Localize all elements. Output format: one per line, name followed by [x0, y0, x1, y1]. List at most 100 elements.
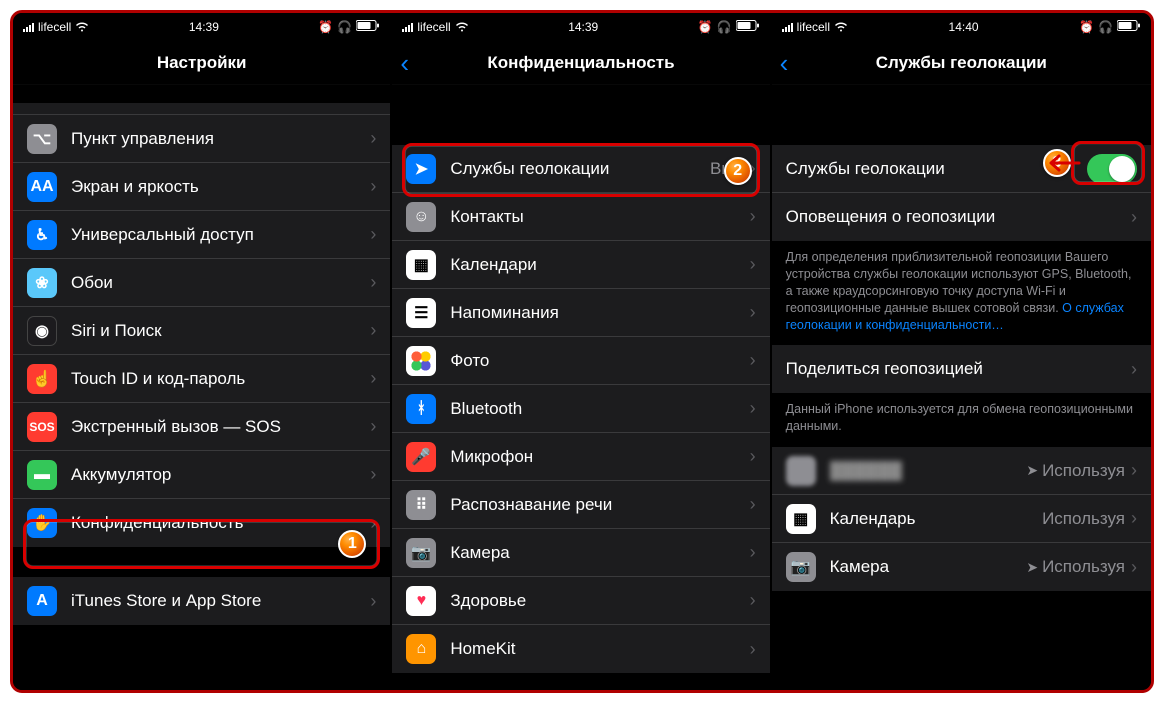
- list-row[interactable]: SOS Экстренный вызов — SOS›: [13, 403, 390, 451]
- nav-header: Настройки: [13, 41, 390, 85]
- list-row[interactable]: ☺Контакты›: [392, 193, 769, 241]
- signal-icon: [23, 22, 34, 32]
- chevron-right-icon: ›: [1131, 460, 1137, 481]
- chevron-right-icon: ›: [750, 398, 756, 419]
- signal-icon: [402, 22, 413, 32]
- row-icon: ▬: [27, 460, 57, 490]
- row-detail: Используя: [1042, 557, 1125, 577]
- row-label: Фото: [450, 351, 749, 371]
- list-row[interactable]: ❀Обои›: [13, 259, 390, 307]
- clock: 14:39: [568, 20, 598, 34]
- chevron-right-icon: ›: [370, 176, 376, 197]
- wifi-icon: [75, 22, 89, 32]
- row-icon: ◉: [27, 316, 57, 346]
- location-services-panel: lifecell 14:40 ⏰ 🎧 ‹ Службы геолокации С…: [772, 13, 1151, 690]
- row-label: Оповещения о геопозиции: [786, 207, 1131, 227]
- list-row[interactable]: ⌂ HomeKit›: [392, 625, 769, 673]
- row-label: HomeKit: [450, 639, 749, 659]
- row-icon: ▦: [406, 250, 436, 280]
- chevron-right-icon: ›: [370, 224, 376, 245]
- list-row[interactable]: ██████➤Используя›: [772, 447, 1151, 495]
- row-label: Напоминания: [450, 303, 749, 323]
- list-row[interactable]: Фото›: [392, 337, 769, 385]
- chevron-right-icon: ›: [750, 158, 756, 179]
- chevron-right-icon: ›: [370, 464, 376, 485]
- list-row[interactable]: ᚼ Bluetooth›: [392, 385, 769, 433]
- carrier-label: lifecell: [417, 20, 450, 34]
- list-row[interactable]: AAЭкран и яркость›: [13, 163, 390, 211]
- battery-icon: [1117, 20, 1141, 34]
- back-button[interactable]: ‹: [400, 50, 409, 76]
- row-icon: ᚼ: [406, 394, 436, 424]
- privacy-panel: lifecell 14:39 ⏰ 🎧 ‹ Конфиденциальность …: [392, 13, 771, 690]
- row-icon: ❀: [27, 268, 57, 298]
- list-row[interactable]: ▦КалендарьИспользуя›: [772, 495, 1151, 543]
- chevron-right-icon: ›: [750, 206, 756, 227]
- list-row[interactable]: ➤Службы геолокацииВкл.›: [392, 145, 769, 193]
- chevron-right-icon: ›: [750, 494, 756, 515]
- list-row[interactable]: ⌥Пункт управления›: [13, 115, 390, 163]
- row-label: Контакты: [450, 207, 749, 227]
- share-location-row[interactable]: Поделиться геопозицией ›: [772, 345, 1151, 393]
- location-arrow-icon: ➤: [1026, 559, 1038, 576]
- chevron-right-icon: ›: [750, 590, 756, 611]
- row-label: Touch ID и код-пароль: [71, 369, 370, 389]
- list-row[interactable]: ▦ Календари›: [392, 241, 769, 289]
- row-icon: ⌥: [27, 124, 57, 154]
- row-icon: AA: [27, 172, 57, 202]
- chevron-right-icon: ›: [370, 320, 376, 341]
- chevron-right-icon: ›: [1131, 359, 1137, 380]
- status-bar: lifecell 14:39 ⏰ 🎧: [392, 13, 769, 41]
- chevron-right-icon: ›: [750, 639, 756, 660]
- alarm-icon: ⏰: [318, 20, 333, 34]
- location-services-toggle-row[interactable]: Службы геолокации: [772, 145, 1151, 193]
- list-row-partial: [13, 103, 390, 115]
- nav-header: ‹ Службы геолокации: [772, 41, 1151, 85]
- row-label: Календари: [450, 255, 749, 275]
- alarm-icon: ⏰: [1079, 20, 1094, 34]
- list-row[interactable]: ☰Напоминания›: [392, 289, 769, 337]
- back-button[interactable]: ‹: [780, 50, 789, 76]
- list-row[interactable]: ♿︎Универсальный доступ›: [13, 211, 390, 259]
- list-row[interactable]: ☝Touch ID и код-пароль›: [13, 355, 390, 403]
- location-arrow-icon: ➤: [1026, 462, 1038, 479]
- chevron-right-icon: ›: [370, 591, 376, 612]
- list-row[interactable]: 📷Камера›: [392, 529, 769, 577]
- row-label: Bluetooth: [450, 399, 749, 419]
- list-row[interactable]: ▬Аккумулятор›: [13, 451, 390, 499]
- signal-icon: [782, 22, 793, 32]
- list-row[interactable]: 🎤 Микрофон›: [392, 433, 769, 481]
- chevron-right-icon: ›: [1131, 557, 1137, 578]
- row-detail: Вкл.: [710, 159, 744, 179]
- row-icon: ⌂: [406, 634, 436, 664]
- chevron-right-icon: ›: [370, 128, 376, 149]
- row-icon: ♥: [406, 586, 436, 616]
- chevron-right-icon: ›: [370, 513, 376, 534]
- list-row[interactable]: ♥Здоровье›: [392, 577, 769, 625]
- battery-icon: [736, 20, 760, 34]
- row-label: Службы геолокации: [786, 159, 1087, 179]
- row-label: Службы геолокации: [450, 159, 710, 179]
- list-row[interactable]: 📷Камера➤Используя›: [772, 543, 1151, 591]
- chevron-right-icon: ›: [750, 446, 756, 467]
- location-alerts-row[interactable]: Оповещения о геопозиции ›: [772, 193, 1151, 241]
- row-detail: Используя: [1042, 509, 1125, 529]
- settings-panel: lifecell 14:39 ⏰ 🎧 Настройки ⌥Пункт упра…: [13, 13, 392, 690]
- row-label: Микрофон: [450, 447, 749, 467]
- list-row[interactable]: ⠿Распознавание речи›: [392, 481, 769, 529]
- chevron-right-icon: ›: [370, 416, 376, 437]
- chevron-right-icon: ›: [750, 254, 756, 275]
- list-row[interactable]: ✋Конфиденциальность›: [13, 499, 390, 547]
- row-label: Экстренный вызов — SOS: [71, 417, 370, 437]
- row-icon: 🎤: [406, 442, 436, 472]
- headphones-icon: 🎧: [717, 20, 732, 34]
- list-row[interactable]: AiTunes Store и App Store›: [13, 577, 390, 625]
- row-icon: 📷: [406, 538, 436, 568]
- row-icon: SOS: [27, 412, 57, 442]
- headphones-icon: 🎧: [1098, 20, 1113, 34]
- list-row[interactable]: ◉Siri и Поиск›: [13, 307, 390, 355]
- chevron-right-icon: ›: [750, 350, 756, 371]
- location-services-toggle[interactable]: [1087, 154, 1137, 184]
- row-label: Конфиденциальность: [71, 513, 370, 533]
- chevron-right-icon: ›: [750, 542, 756, 563]
